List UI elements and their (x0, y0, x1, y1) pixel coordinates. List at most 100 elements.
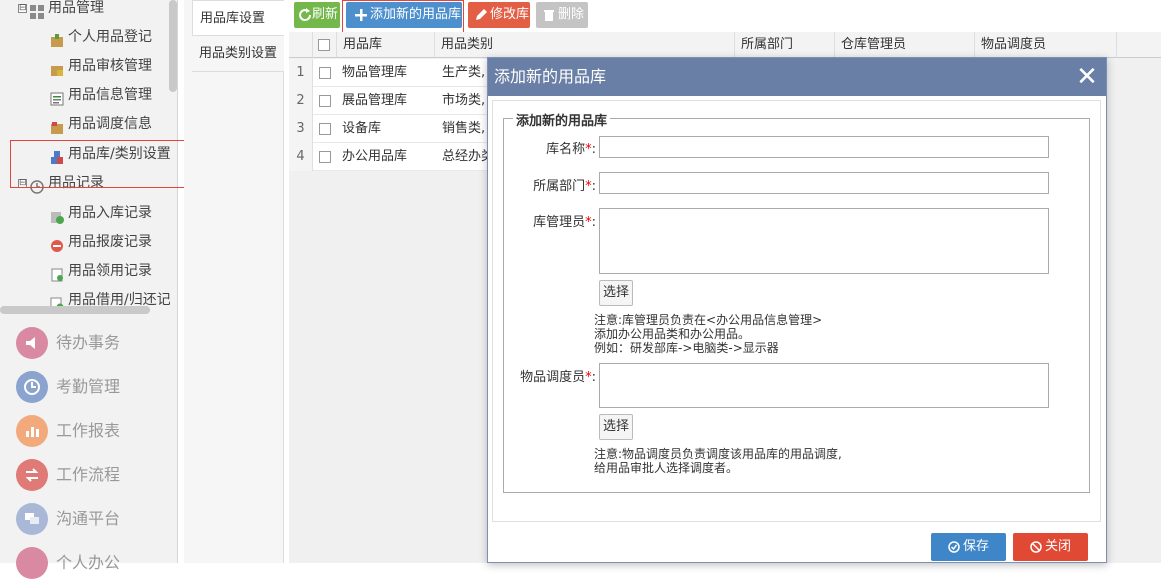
label-colon: : (591, 215, 596, 230)
close-label: 关闭 (1044, 539, 1071, 554)
package-icon (50, 30, 64, 47)
tree-item-scrap-records[interactable]: 用品报废记录 (50, 228, 152, 256)
pencil-icon (476, 8, 487, 20)
column-header-warehouse[interactable]: 用品库 (337, 32, 435, 58)
speaker-icon (16, 327, 48, 359)
warehouse-name-label: 库名称*: (500, 138, 596, 157)
package-lock-icon (50, 59, 64, 76)
table-row[interactable]: 1 物品管理库 生产类, (289, 59, 489, 87)
row-checkbox[interactable] (319, 151, 331, 163)
note-line: 例如：研发部库->电脑类->显示器 (594, 341, 779, 355)
nav-section-reports[interactable]: 工作报表 (0, 409, 178, 453)
package-icon (50, 117, 64, 134)
warehouse-name-input[interactable] (599, 136, 1049, 158)
table-row[interactable]: 3 设备库 销售类, (289, 115, 489, 143)
cell-warehouse: 物品管理库 (342, 65, 408, 80)
cell-warehouse: 办公用品库 (342, 149, 408, 164)
nav-section-label: 工作报表 (56, 421, 121, 440)
nav-section-personal[interactable]: 个人办公 (0, 541, 178, 585)
flow-icon (16, 459, 48, 491)
ban-icon (1030, 540, 1042, 553)
select-manager-button[interactable]: 选择 (599, 280, 633, 306)
nav-section-label: 考勤管理 (56, 377, 121, 396)
tab-warehouse-settings[interactable]: 用品库设置 (192, 0, 284, 36)
tree-vertical-scrollbar[interactable] (169, 0, 177, 92)
table-row[interactable]: 2 展品管理库 市场类, (289, 87, 489, 115)
select-all-checkbox[interactable] (318, 38, 330, 51)
check-circle-icon (948, 540, 960, 553)
clock-icon (16, 371, 48, 403)
cell-category: 市场类, (442, 93, 486, 108)
row-checkbox[interactable] (319, 95, 331, 107)
chat-icon (16, 503, 48, 535)
label-colon: : (591, 179, 596, 194)
document-icon (50, 264, 64, 282)
table-row[interactable]: 4 办公用品库 总经办类 (289, 143, 489, 171)
nav-section-label: 个人办公 (56, 553, 121, 572)
nav-section-communication[interactable]: 沟通平台 (0, 497, 178, 541)
note-line: 给用品审批人选择调度者。 (594, 461, 739, 475)
person-icon (16, 547, 48, 579)
dispatcher-label: 物品调度员*: (500, 366, 596, 385)
column-header-dispatcher[interactable]: 物品调度员 (975, 32, 1117, 58)
inbox-icon (50, 206, 64, 224)
exchange-icon (50, 293, 64, 311)
tree-label: 用品入库记录 (68, 205, 152, 221)
tree-item-inbound-records[interactable]: 用品入库记录 (50, 199, 152, 227)
label-colon: : (591, 370, 596, 385)
row-checkbox[interactable] (319, 123, 331, 135)
row-number: 4 (289, 143, 313, 171)
department-input[interactable] (599, 172, 1049, 194)
nav-section-label: 沟通平台 (56, 509, 121, 528)
column-header-filler (1117, 32, 1161, 58)
note-line: 注意:物品调度员负责调度该用品库的用品调度, (594, 447, 842, 461)
edit-warehouse-button[interactable]: 修改库 (468, 2, 530, 28)
label-text: 物品调度员 (520, 370, 586, 385)
nav-section-workflow[interactable]: 工作流程 (0, 453, 178, 497)
tree-item-info-management[interactable]: 用品信息管理 (50, 81, 152, 109)
select-dispatcher-button[interactable]: 选择 (599, 414, 633, 440)
chart-icon (16, 415, 48, 447)
tree-label: 用品报废记录 (68, 234, 152, 250)
label-text: 库管理员 (533, 215, 586, 230)
label-text: 库名称 (546, 142, 586, 157)
manager-textarea[interactable] (599, 208, 1049, 274)
nav-section-attendance[interactable]: 考勤管理 (0, 365, 178, 409)
dialog-close-icon[interactable]: ✕ (1074, 62, 1100, 92)
note-line: 注意:库管理员负责在<办公用品信息管理> (594, 313, 823, 327)
cell-warehouse: 展品管理库 (342, 93, 408, 108)
tree-item-usage-records[interactable]: 用品领用记录 (50, 257, 152, 285)
nav-section-todo[interactable]: 待办事务 (0, 321, 178, 365)
column-header-category[interactable]: 用品类别 (435, 32, 735, 58)
minus-circle-icon (50, 235, 64, 252)
tree-node-supplies-management[interactable]: ⊟ 用品管理 (18, 0, 104, 22)
refresh-label: 刷新 (312, 7, 339, 22)
row-number: 3 (289, 115, 313, 143)
nav-section-label: 工作流程 (56, 465, 121, 484)
cell-warehouse: 设备库 (342, 121, 382, 136)
highlight-box (10, 140, 198, 188)
save-label: 保存 (962, 539, 989, 554)
column-header-department[interactable]: 所属部门 (735, 32, 835, 58)
delete-button[interactable]: 删除 (536, 2, 588, 28)
dispatcher-textarea[interactable] (599, 363, 1049, 408)
tree-item-dispatch-info[interactable]: 用品调度信息 (50, 110, 152, 138)
close-button[interactable]: 关闭 (1013, 533, 1088, 561)
row-number: 1 (289, 59, 313, 87)
manager-note: 注意:库管理员负责在<办公用品信息管理> 添加办公用品类和办公用品。 例如：研发… (594, 313, 822, 355)
select-all-header[interactable] (313, 32, 337, 58)
tree-item-review-management[interactable]: 用品审核管理 (50, 52, 152, 80)
save-button[interactable]: 保存 (931, 533, 1006, 561)
cell-category: 生产类, (442, 65, 486, 80)
department-label: 所属部门*: (500, 175, 596, 194)
refresh-button[interactable]: 刷新 (294, 2, 340, 28)
tree-label: 用品信息管理 (68, 87, 152, 103)
cell-category: 销售类, (442, 121, 486, 136)
collapse-icon[interactable]: ⊟ (18, 3, 27, 13)
tree-horizontal-scrollbar[interactable] (0, 306, 150, 314)
column-header-manager[interactable]: 仓库管理员 (835, 32, 975, 58)
tab-category-settings[interactable]: 用品类别设置 (192, 36, 284, 72)
label-text: 所属部门 (533, 179, 586, 194)
tree-item-personal-registration[interactable]: 个人用品登记 (50, 23, 152, 51)
row-checkbox[interactable] (319, 67, 331, 79)
